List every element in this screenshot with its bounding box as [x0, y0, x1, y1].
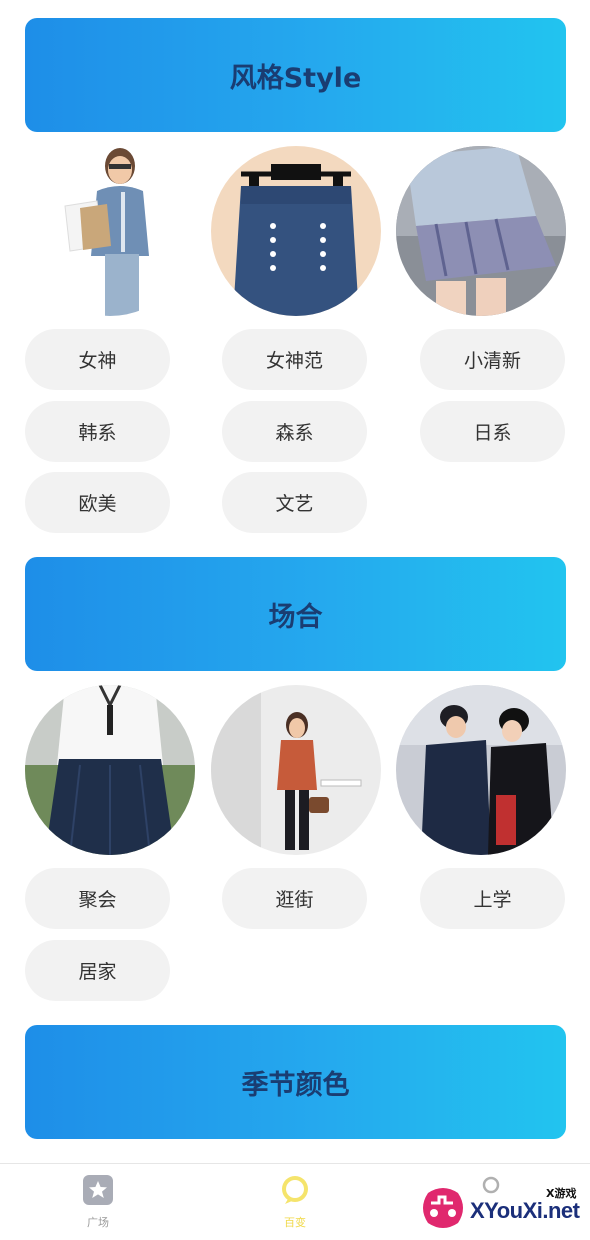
star-icon: [83, 1175, 113, 1205]
watermark: X游戏 XYouXi.net: [418, 1181, 590, 1236]
occasion-section-title: 场合: [268, 601, 323, 633]
tag-western[interactable]: 欧美: [25, 472, 170, 533]
tab-transform-label: 百变: [284, 1216, 306, 1229]
tab-square-label: 广场: [87, 1216, 109, 1229]
gamepad-logo-icon: [423, 1188, 463, 1228]
tag-japanese[interactable]: 日系: [420, 401, 565, 462]
season-color-section-title: 季节颜色: [241, 1069, 350, 1101]
tag-home[interactable]: 居家: [25, 940, 170, 1001]
occasion-section-banner: 场合: [25, 557, 566, 671]
occasion-photo-row: [25, 685, 566, 855]
tag-school[interactable]: 上学: [420, 868, 565, 929]
photo-denim-skirt[interactable]: [211, 146, 381, 316]
style-section-banner: 风格Style: [25, 18, 566, 132]
photo-school-uniform[interactable]: [25, 685, 195, 855]
tag-artsy[interactable]: 文艺: [222, 472, 367, 533]
photo-plaid-skirt[interactable]: [396, 146, 566, 316]
tag-forest[interactable]: 森系: [222, 401, 367, 462]
photo-girl-denim-jacket[interactable]: [25, 146, 195, 316]
season-color-section-banner: 季节颜色: [25, 1025, 566, 1139]
tag-fresh[interactable]: 小清新: [420, 329, 565, 390]
tag-goddess-style[interactable]: 女神范: [222, 329, 367, 390]
tag-korean[interactable]: 韩系: [25, 401, 170, 462]
tag-goddess[interactable]: 女神: [25, 329, 170, 390]
style-photo-row: [25, 146, 566, 316]
watermark-text: XYouXi.net: [470, 1198, 580, 1223]
tab-transform[interactable]: 百变: [255, 1172, 335, 1232]
photo-street-shopping[interactable]: [211, 685, 381, 855]
chat-bubble-icon: [282, 1176, 308, 1204]
style-section-title: 风格Style: [229, 62, 362, 94]
tab-square[interactable]: 广场: [58, 1172, 138, 1232]
tag-party[interactable]: 聚会: [25, 868, 170, 929]
tag-shopping[interactable]: 逛街: [222, 868, 367, 929]
photo-friends-gathering[interactable]: [396, 685, 566, 855]
